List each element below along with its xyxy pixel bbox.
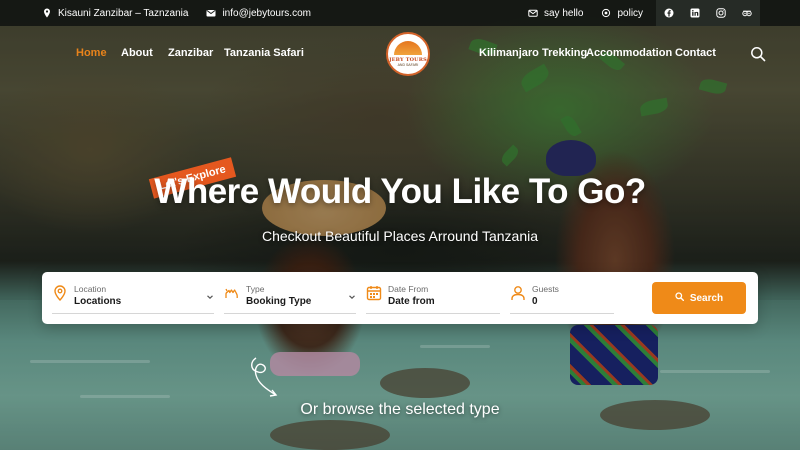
say-hello-link[interactable]: say hello — [528, 8, 583, 19]
topbar-email-text: info@jebytours.com — [222, 7, 311, 19]
chevron-down-icon — [348, 288, 356, 300]
browse-type-text: Or browse the selected type — [300, 401, 500, 418]
type-value: Booking Type — [246, 296, 312, 307]
nav-contact[interactable]: Contact — [675, 47, 716, 59]
location-label: Location — [74, 284, 107, 294]
chevron-down-icon — [206, 288, 214, 300]
search-icon[interactable] — [750, 46, 766, 62]
topbar-location-text: Kisauni Zanzibar – Taznzania — [58, 7, 189, 19]
hero-subline: Checkout Beautiful Places Arround Tanzan… — [261, 228, 539, 244]
guests-value: 0 — [532, 296, 538, 307]
logo-line2: AND SAFARI — [397, 63, 419, 67]
nav-tanzania-safari[interactable]: Tanzania Safari — [224, 47, 304, 59]
top-bar: Kisauni Zanzibar – Taznzania info@jebyto… — [0, 0, 800, 26]
envelope-icon — [206, 8, 216, 18]
search-card: Location Locations Type Booking Type Dat… — [42, 272, 758, 324]
calendar-icon — [366, 285, 382, 301]
map-pin-icon — [42, 8, 52, 18]
user-icon — [510, 285, 526, 301]
search-button-icon — [675, 292, 684, 304]
social-links — [656, 0, 760, 26]
camel-icon — [224, 285, 240, 301]
logo-sun-icon — [394, 41, 422, 55]
envelope-outline-icon — [528, 8, 538, 18]
say-hello-text: say hello — [544, 7, 584, 19]
date-from-value: Date from — [388, 296, 435, 307]
nav-kilimanjaro-trekking[interactable]: Kilimanjaro Trekking — [479, 47, 587, 59]
location-select[interactable]: Location Locations — [52, 280, 214, 314]
topbar-email-link[interactable]: info@jebytours.com — [206, 8, 311, 19]
tripadvisor-icon[interactable] — [742, 8, 752, 18]
nav-accommodation[interactable]: Accommodation — [586, 47, 672, 59]
nav-about[interactable]: About — [121, 47, 153, 59]
facebook-icon[interactable] — [664, 8, 674, 18]
policy-link[interactable]: policy — [601, 8, 643, 19]
guests-field[interactable]: Guests 0 — [510, 280, 614, 314]
policy-text: policy — [617, 7, 644, 19]
nav-home[interactable]: Home — [76, 47, 107, 59]
linkedin-icon[interactable] — [690, 8, 700, 18]
search-button-label: Search — [689, 292, 724, 304]
site-logo[interactable]: JEBY TOURS AND SAFARI — [386, 32, 430, 76]
instagram-icon[interactable] — [716, 8, 726, 18]
nav-zanzibar[interactable]: Zanzibar — [168, 47, 213, 59]
date-from-field[interactable]: Date From Date from — [366, 280, 500, 314]
policy-icon — [601, 8, 611, 18]
search-button[interactable]: Search — [652, 282, 746, 314]
location-pin-icon — [52, 285, 68, 302]
date-from-label: Date From — [388, 284, 429, 294]
location-value: Locations — [74, 296, 122, 307]
topbar-location: Kisauni Zanzibar – Taznzania — [42, 8, 188, 19]
guests-label: Guests — [532, 284, 559, 294]
type-select[interactable]: Type Booking Type — [224, 280, 356, 314]
hero-headline: Where Would You Like To Go? — [154, 172, 646, 211]
curly-arrow-icon — [246, 354, 290, 404]
type-label: Type — [246, 284, 265, 294]
